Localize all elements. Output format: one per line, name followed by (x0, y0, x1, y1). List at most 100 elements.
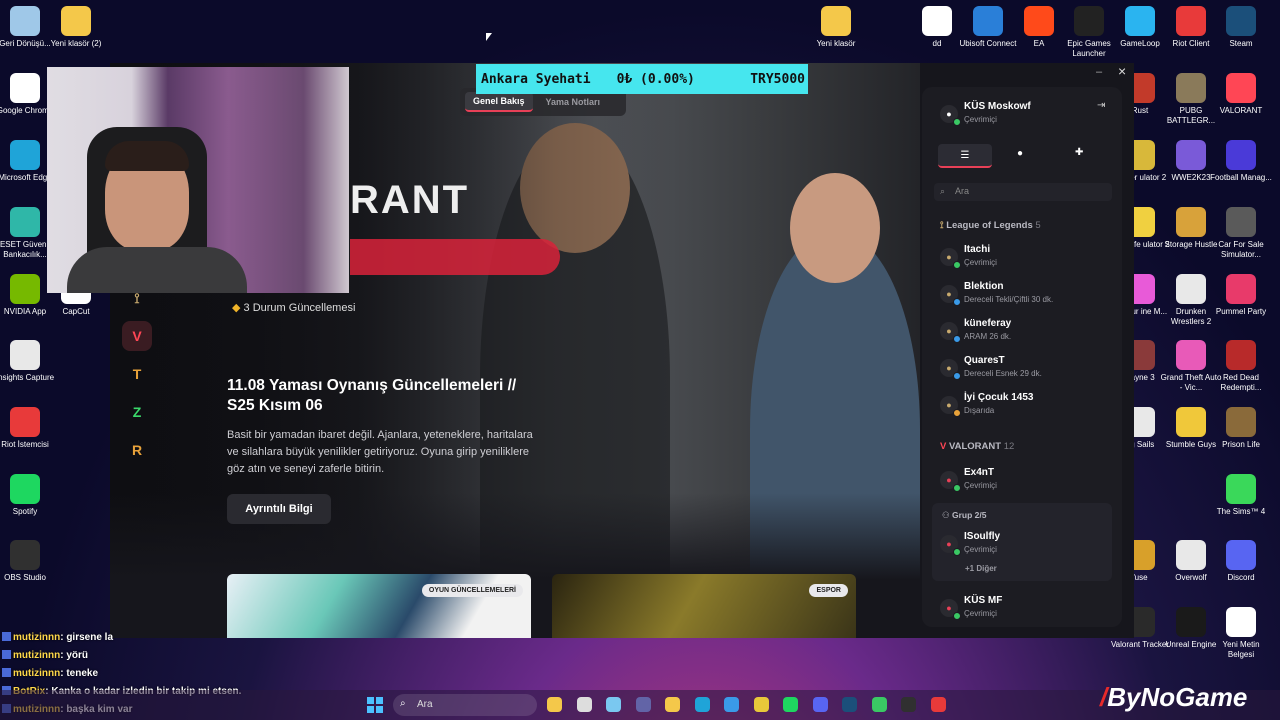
chat-text: : teneke (60, 668, 99, 679)
search-icon: ⌕ (400, 698, 406, 709)
add-friend-icon[interactable]: ✚ (1075, 147, 1083, 158)
friend-search-field[interactable]: ⌕ Ara (934, 183, 1112, 201)
desktop-icon[interactable]: Car For Sale Simulator... (1209, 207, 1273, 260)
party-member[interactable]: ● ISoulfly Çevrimiçi (940, 531, 1115, 563)
search-placeholder: Ara (955, 186, 970, 196)
chat-username: mutizinnn (13, 650, 61, 661)
pubg-icon (1176, 73, 1206, 103)
lol-group-count: 5 (1035, 220, 1041, 231)
task-view-icon[interactable] (576, 697, 592, 712)
desktop-icon[interactable]: Red Dead Redempti... (1209, 340, 1273, 393)
friend-row[interactable]: ● İyi Çocuk 1453 Dışarıda (940, 392, 1115, 424)
desktop-icon[interactable]: Steam (1209, 6, 1273, 49)
chat-message: mutizinnn: yörü (2, 650, 88, 661)
friend-status: Çevrimiçi (964, 481, 997, 490)
desktop-icon[interactable]: Yeni klasör (804, 6, 868, 49)
taskbar-search[interactable]: ⌕ Ara (393, 694, 537, 716)
valorant-logo: RANT (350, 178, 470, 222)
valorant-group-header[interactable]: V VALORANT 12 (940, 441, 1014, 452)
online-dot (953, 118, 961, 126)
desktop-icon[interactable]: Discord (1209, 540, 1273, 583)
tft-nav-icon[interactable]: T (122, 359, 152, 389)
friend-status: Dışarıda (964, 406, 995, 415)
friend-row[interactable]: ● küneferay ARAM 26 dk. (940, 318, 1115, 350)
friend-row[interactable]: ● Itachi Çevrimiçi (940, 244, 1115, 276)
desktop-icon[interactable]: Prison Life (1209, 407, 1273, 450)
game-icon (1226, 274, 1256, 304)
obs-icon[interactable] (901, 697, 916, 712)
chrome-icon[interactable] (871, 697, 887, 712)
folder-icon[interactable] (547, 697, 562, 712)
lor-nav-icon[interactable]: Z (122, 397, 152, 427)
steam-icon (1226, 6, 1256, 36)
desktop-icon[interactable]: Riot İstemcisi (0, 407, 57, 450)
friend-status: Dereceli Tekli/Çiftli 30 dk. (964, 295, 1054, 304)
friend-status: ARAM 26 dk. (964, 332, 1012, 341)
more-info-button[interactable]: Ayrıntılı Bilgi (227, 494, 331, 524)
game-icon (1226, 207, 1256, 237)
lol-group-title: League of Legends (946, 220, 1033, 231)
desktop-icon-label: Spotify (12, 507, 38, 516)
edge-icon[interactable] (694, 697, 710, 712)
friend-name: küneferay (964, 318, 1012, 329)
steam-icon[interactable] (842, 697, 857, 712)
riot-icon (10, 407, 40, 437)
desktop-icon[interactable]: Spotify (0, 474, 57, 517)
desktop-icon[interactable]: Insights Capture (0, 340, 57, 383)
recycle-bin-icon (10, 6, 40, 36)
lol-group-header[interactable]: ⟟ League of Legends 5 (940, 220, 1041, 231)
status-updates[interactable]: ◆ 3 Durum Güncellemesi (232, 301, 355, 314)
logo-red-bar (350, 239, 560, 275)
card-badge: OYUN GÜNCELLEMELERİ (421, 584, 523, 597)
wwe-icon (1176, 140, 1206, 170)
party-more[interactable]: +1 Diğer (965, 564, 997, 573)
list-icon[interactable]: ☰ (938, 144, 992, 168)
badge-icon (2, 650, 11, 659)
spotify-icon[interactable] (783, 697, 798, 712)
game-updates-card[interactable]: OYUN GÜNCELLEMELERİ (227, 574, 531, 638)
store-icon[interactable] (724, 697, 739, 712)
minimize-button[interactable]: – (1096, 66, 1102, 78)
runeterra-nav-icon[interactable]: R (122, 435, 152, 465)
party-member-name: ISoulfly (964, 531, 1001, 542)
friend-row[interactable]: ● KÜS MF Çevrimiçi (940, 595, 1115, 627)
tab-overview[interactable]: Genel Bakış (465, 92, 533, 112)
teams-icon[interactable] (635, 697, 651, 712)
chrome-icon[interactable] (753, 697, 769, 712)
copilot-icon[interactable] (606, 697, 621, 712)
obs-icon (10, 540, 40, 570)
desktop-icon[interactable]: Football Manag... (1209, 140, 1273, 183)
collapse-panel-icon[interactable]: ⇥ (1097, 100, 1105, 111)
chat-bubble-icon[interactable]: ● (1017, 148, 1023, 159)
chat-text: : yörü (60, 650, 88, 661)
desktop-icon[interactable]: The Sims™ 4 (1209, 474, 1273, 517)
close-button[interactable]: × (1118, 63, 1126, 79)
riot-icon[interactable] (930, 697, 946, 712)
desktop-icon[interactable]: VALORANT (1209, 73, 1273, 116)
valorant-nav-icon[interactable]: V (122, 321, 152, 351)
friend-row[interactable]: ● QuaresT Dereceli Esnek 29 dk. (940, 355, 1115, 387)
profile[interactable]: ● KÜS Moskowf Çevrimiçi (940, 101, 1115, 133)
friend-row[interactable]: ● Blektion Dereceli Tekli/Çiftli 30 dk. (940, 281, 1115, 313)
desktop-icon[interactable]: Pummel Party (1209, 274, 1273, 317)
game-icon (1226, 407, 1256, 437)
friend-row[interactable]: ● Ex4nT Çevrimiçi (940, 467, 1115, 499)
friends-panel: ● KÜS Moskowf Çevrimiçi ⇥ ☰ ● ✚ ⌕ Ara ⟟ … (922, 87, 1122, 627)
desktop-icon[interactable]: Yeni Metin Belgesi (1209, 607, 1273, 660)
overwolf-icon (1176, 540, 1206, 570)
party-box: ⚇ Grup 2/5 ● ISoulfly Çevrimiçi +1 Diğer (932, 503, 1112, 581)
explorer-icon[interactable] (665, 697, 680, 712)
lol-group-icon: ⟟ (940, 220, 944, 231)
chat-username: mutizinnn (13, 668, 61, 679)
esports-card[interactable]: ESPOR (552, 574, 856, 638)
desktop-icon-label: Yeni klasör (2) (50, 39, 102, 48)
start-button[interactable] (367, 697, 383, 713)
folder-icon (61, 6, 91, 36)
discord-icon[interactable] (812, 697, 828, 712)
tab-patch-notes[interactable]: Yama Notları (538, 93, 609, 111)
stock-ticker: Ankara Syehati 0₺ (0.00%) TRY5000 (476, 64, 808, 94)
desktop-icon[interactable]: Yeni klasör (2) (44, 6, 108, 49)
nvidia-icon (10, 274, 40, 304)
profile-status: Çevrimiçi (964, 115, 997, 124)
desktop-icon[interactable]: OBS Studio (0, 540, 57, 583)
